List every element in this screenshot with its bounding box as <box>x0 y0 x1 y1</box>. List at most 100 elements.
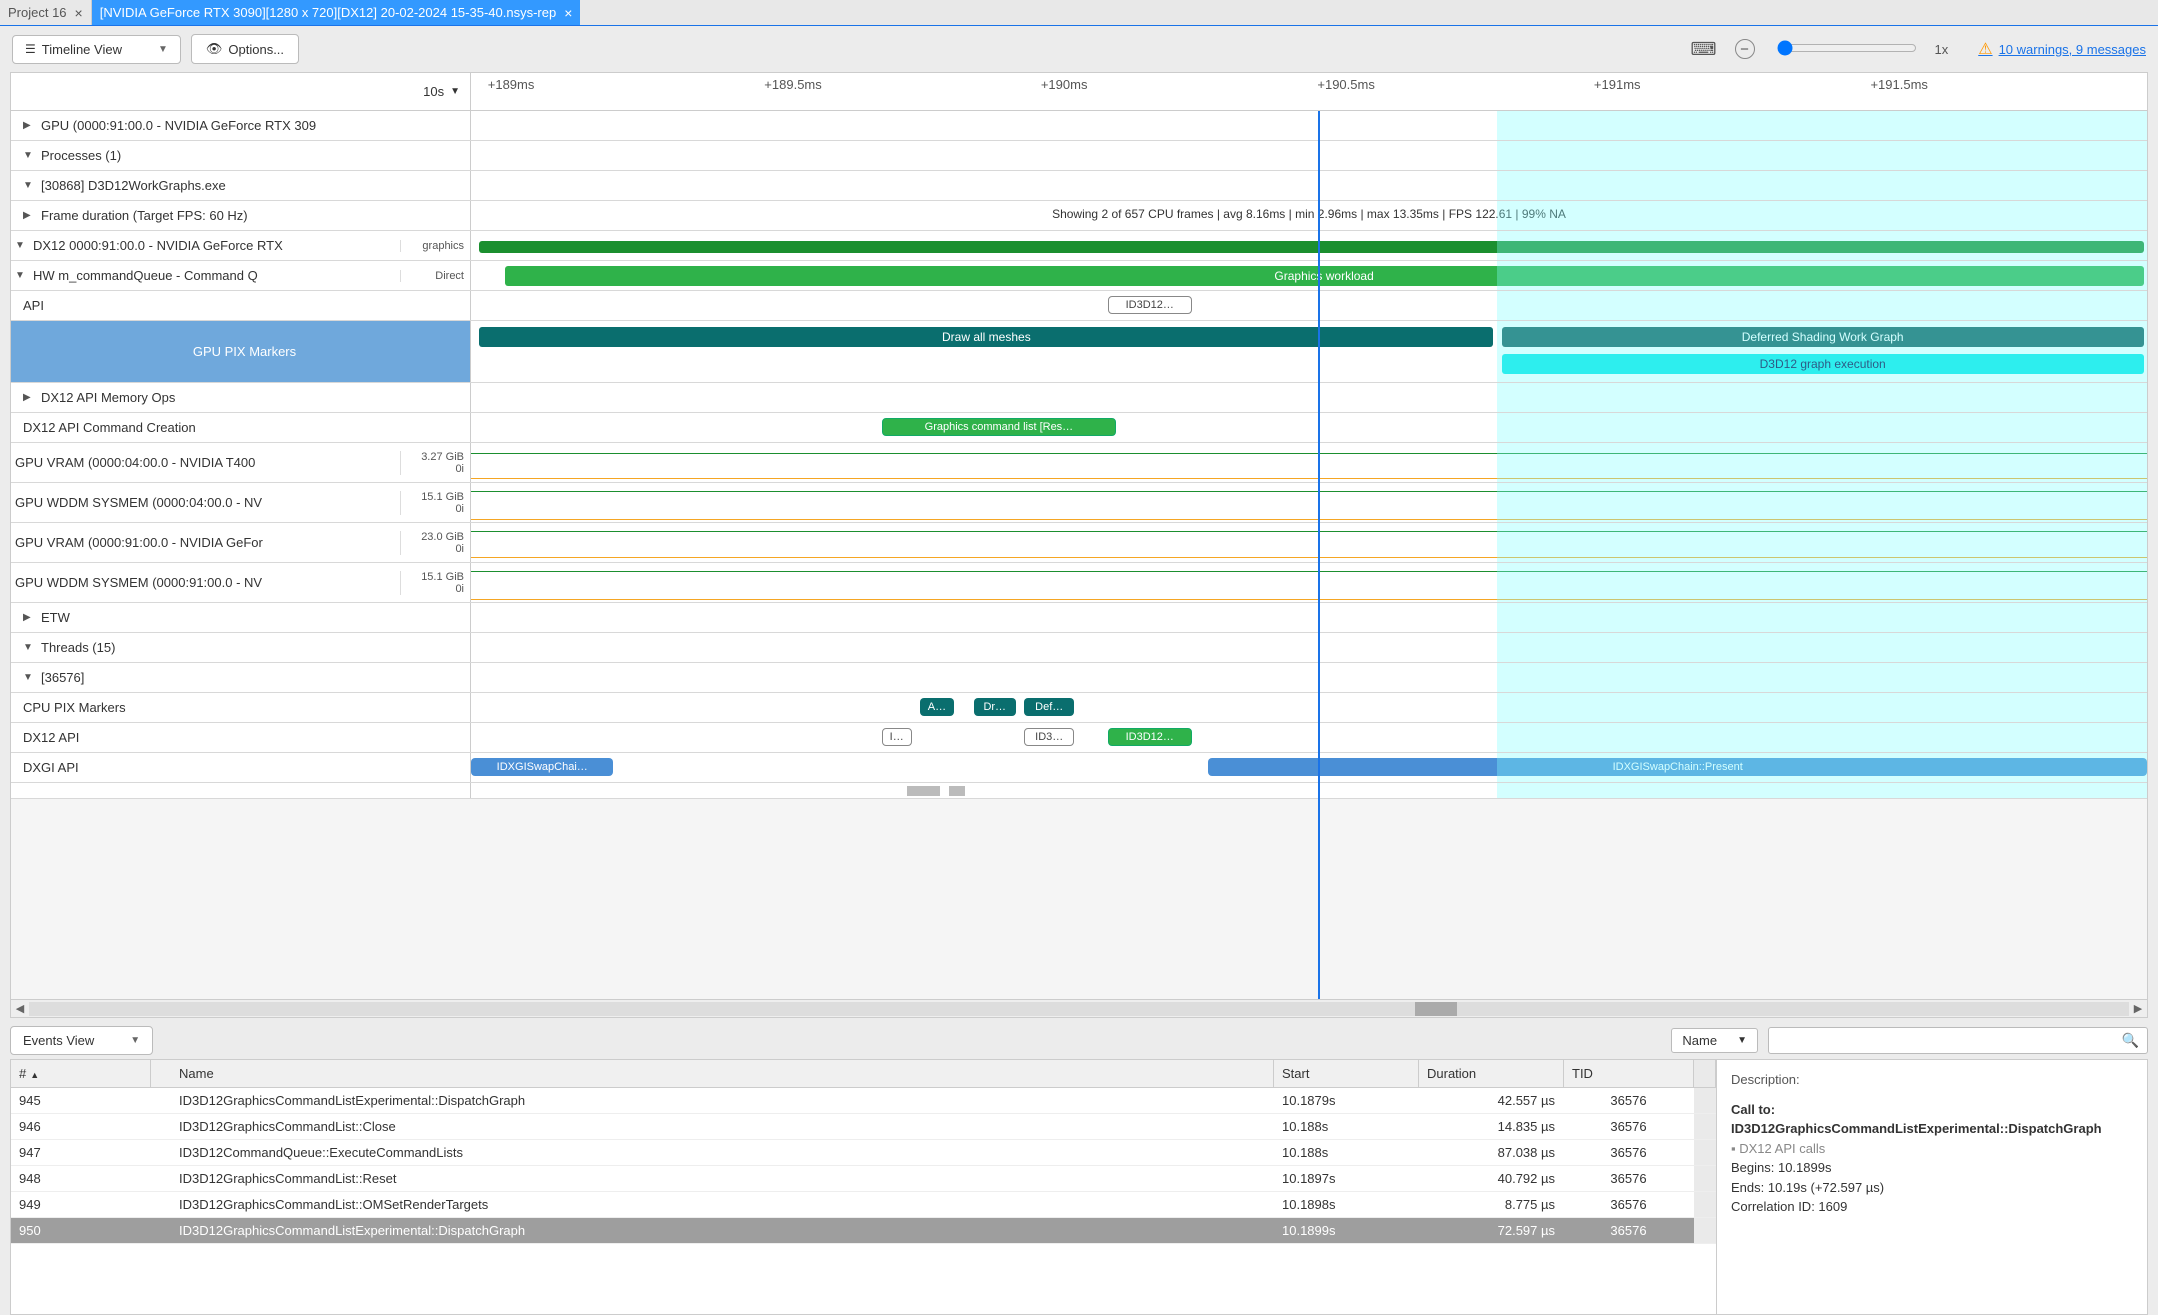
tree-extra[interactable] <box>19 785 470 797</box>
tab-project[interactable]: Project 16 × <box>0 0 92 25</box>
tree-gpu-pix-markers[interactable]: GPU PIX Markers <box>19 338 470 365</box>
bar-cpu-def[interactable]: Def… <box>1024 698 1074 716</box>
tree-hw-queue[interactable]: ▼HW m_commandQueue - Command Q <box>11 262 400 289</box>
gpu-pix-track[interactable]: Draw all meshes Deferred Shading Work Gr… <box>471 321 2147 382</box>
table-row[interactable]: 946ID3D12GraphicsCommandList::Close10.18… <box>11 1114 1716 1140</box>
tree-processes[interactable]: ▼Processes (1) <box>19 142 470 169</box>
collapse-icon[interactable]: ▼ <box>23 672 35 683</box>
collapse-icon[interactable]: ▼ <box>15 270 27 281</box>
options-button[interactable]: 👁 Options... <box>191 34 299 64</box>
close-icon[interactable]: × <box>75 5 83 21</box>
collapse-icon[interactable]: ▼ <box>15 240 27 251</box>
warning-icon: ⚠ <box>1978 39 1992 59</box>
tree-cpu-pix-markers[interactable]: CPU PIX Markers <box>19 694 470 721</box>
api-track[interactable]: ID3D12… <box>471 291 2147 320</box>
search-box[interactable]: 🔍 <box>1768 1027 2148 1054</box>
col-start[interactable]: Start <box>1274 1060 1419 1087</box>
direct-track[interactable]: Graphics workload <box>471 261 2147 290</box>
ruler-tick: +189.5ms <box>764 77 821 92</box>
dx12-api-track[interactable]: I… ID3… ID3D12… <box>471 723 2147 752</box>
collapse-icon[interactable]: ▼ <box>23 150 35 161</box>
table-row[interactable]: 945ID3D12GraphicsCommandListExperimental… <box>11 1088 1716 1114</box>
tree-dxgi-api[interactable]: DXGI API <box>19 754 470 781</box>
tree-threads[interactable]: ▼Threads (15) <box>19 634 470 661</box>
table-row[interactable]: 950ID3D12GraphicsCommandListExperimental… <box>11 1218 1716 1244</box>
events-view-dropdown[interactable]: Events View ▼ <box>10 1026 153 1055</box>
expand-icon[interactable]: ▶ <box>23 120 35 131</box>
bar-graphics-cmd-list[interactable]: Graphics command list [Res… <box>882 418 1117 436</box>
timeline-body[interactable]: ▶GPU (0000:91:00.0 - NVIDIA GeForce RTX … <box>11 111 2147 999</box>
bar-dx12-id3d12[interactable]: ID3D12… <box>1108 728 1192 746</box>
tree-gpu-vram-1[interactable]: GPU VRAM (0000:04:00.0 - NVIDIA T400 <box>11 449 400 476</box>
tree-gpu-vram-2[interactable]: GPU VRAM (0000:91:00.0 - NVIDIA GeFor <box>11 529 400 556</box>
scroll-left-icon[interactable]: ◀ <box>11 1002 29 1015</box>
chevron-down-icon[interactable]: ▼ <box>450 86 460 97</box>
close-icon[interactable]: × <box>564 5 572 21</box>
dxgi-api-track[interactable]: IDXGISwapChai… IDXGISwapChain::Present <box>471 753 2147 782</box>
table-row[interactable]: 949ID3D12GraphicsCommandList::OMSetRende… <box>11 1192 1716 1218</box>
timeline-ruler[interactable]: 10s ▼ +189ms +189.5ms +190ms +190.5ms +1… <box>11 73 2147 111</box>
tree-dx12-cmd-creation[interactable]: DX12 API Command Creation <box>19 414 470 441</box>
bar-graphics-workload[interactable]: Graphics workload <box>505 266 2144 286</box>
scroll-right-icon[interactable]: ▶ <box>2129 1002 2147 1015</box>
tree-thread-id[interactable]: ▼[36576] <box>19 664 470 691</box>
bar-cpu-dr[interactable]: Dr… <box>974 698 1016 716</box>
table-row[interactable]: 948ID3D12GraphicsCommandList::Reset10.18… <box>11 1166 1716 1192</box>
bar-stub[interactable] <box>907 786 941 796</box>
tree-etw[interactable]: ▶ETW <box>19 604 470 631</box>
scroll-thumb[interactable] <box>1415 1002 1457 1016</box>
bar-deferred-shading[interactable]: Deferred Shading Work Graph <box>1502 327 2144 347</box>
filter-select[interactable]: Name ▼ <box>1671 1028 1758 1053</box>
zoom-slider[interactable] <box>1777 40 1917 59</box>
bar-stub[interactable] <box>949 786 966 796</box>
tree-frame-duration[interactable]: ▶Frame duration (Target FPS: 60 Hz) <box>19 202 470 229</box>
tree-gpu-root[interactable]: ▶GPU (0000:91:00.0 - NVIDIA GeForce RTX … <box>19 112 470 139</box>
ruler-tick: +190.5ms <box>1317 77 1374 92</box>
search-icon[interactable]: 🔍 <box>2122 1032 2139 1049</box>
expand-icon[interactable]: ▶ <box>23 210 35 221</box>
tab-report[interactable]: [NVIDIA GeForce RTX 3090][1280 x 720][DX… <box>92 0 581 25</box>
bar-draw-all-meshes[interactable]: Draw all meshes <box>479 327 1493 347</box>
col-name[interactable]: Name <box>151 1060 1274 1087</box>
bar-cpu-a[interactable]: A… <box>920 698 954 716</box>
expand-icon[interactable]: ▶ <box>23 392 35 403</box>
bar-d3d12-graph-exec[interactable]: D3D12 graph execution <box>1502 354 2144 374</box>
collapse-icon[interactable]: ▼ <box>23 180 35 191</box>
cmd-creation-track[interactable]: Graphics command list [Res… <box>471 413 2147 442</box>
col-duration[interactable]: Duration <box>1419 1060 1564 1087</box>
search-input[interactable] <box>1777 1033 2122 1048</box>
col-tid[interactable]: TID <box>1564 1060 1694 1087</box>
bar-id3d12[interactable]: ID3D12… <box>1108 296 1192 314</box>
tree-api[interactable]: API <box>19 292 470 319</box>
timeline-hscroll[interactable]: ◀ ▶ <box>11 999 2147 1017</box>
vram2-track[interactable] <box>471 523 2147 562</box>
tree-gpu-wddm-2[interactable]: GPU WDDM SYSMEM (0000:91:00.0 - NV <box>11 569 400 596</box>
tree-dx12-device[interactable]: ▼DX12 0000:91:00.0 - NVIDIA GeForce RTX <box>11 232 400 259</box>
view-dropdown[interactable]: ☰ Timeline View ▼ <box>12 35 181 64</box>
tree-dx12-mem-ops[interactable]: ▶DX12 API Memory Ops <box>19 384 470 411</box>
table-row[interactable]: 947ID3D12CommandQueue::ExecuteCommandLis… <box>11 1140 1716 1166</box>
tree-gpu-wddm-1[interactable]: GPU WDDM SYSMEM (0000:04:00.0 - NV <box>11 489 400 516</box>
wddm1-track[interactable] <box>471 483 2147 522</box>
tree-dx12-api[interactable]: DX12 API <box>19 724 470 751</box>
bar-dx12-i[interactable]: I… <box>882 728 912 746</box>
bar-graphics[interactable] <box>479 241 2143 253</box>
zoom-out-icon[interactable]: − <box>1735 39 1755 59</box>
bar-dxgi-swap2[interactable]: IDXGISwapChain::Present <box>1208 758 2147 776</box>
bar-dx12-id3[interactable]: ID3… <box>1024 728 1074 746</box>
wddm2-track[interactable] <box>471 563 2147 602</box>
tree-process-exe[interactable]: ▼[30868] D3D12WorkGraphs.exe <box>19 172 470 199</box>
frame-duration-track[interactable]: Showing 2 of 657 CPU frames | avg 8.16ms… <box>471 201 2147 230</box>
expand-icon[interactable]: ▶ <box>23 612 35 623</box>
cpu-pix-track[interactable]: A… Dr… Def… <box>471 693 2147 722</box>
warnings-link[interactable]: ⚠ 10 warnings, 9 messages <box>1978 39 2146 59</box>
col-scroll <box>1694 1060 1716 1087</box>
collapse-icon[interactable]: ▼ <box>23 642 35 653</box>
call-to-value: ID3D12GraphicsCommandListExperimental::D… <box>1731 1121 2102 1136</box>
col-num[interactable]: #▲ <box>11 1060 151 1087</box>
bar-dxgi-swap1[interactable]: IDXGISwapChai… <box>471 758 613 776</box>
events-view-label: Events View <box>23 1033 94 1048</box>
graphics-track[interactable] <box>471 231 2147 260</box>
vram1-track[interactable] <box>471 443 2147 482</box>
keyboard-icon[interactable]: ⌨ <box>1691 39 1717 60</box>
